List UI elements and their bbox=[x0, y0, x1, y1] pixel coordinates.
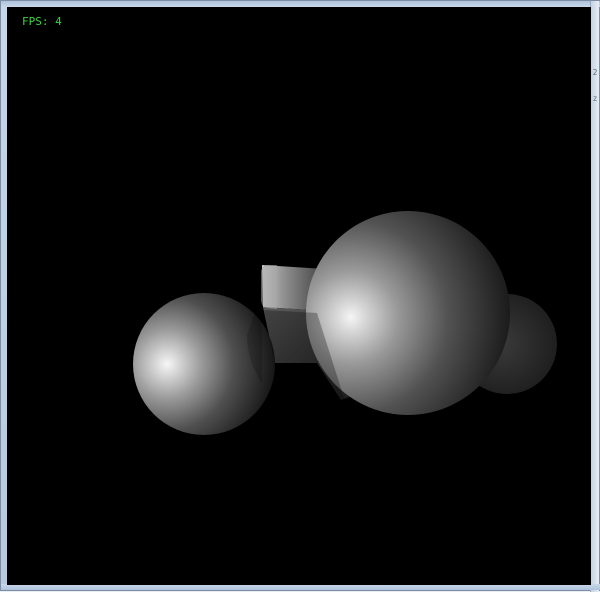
window-right-border bbox=[590, 1, 599, 592]
edge-marker: z bbox=[592, 94, 598, 103]
edge-marker: 2 bbox=[592, 68, 598, 77]
app-window: 2 z FPS: 4 bbox=[0, 0, 600, 592]
render-viewport[interactable]: FPS: 4 bbox=[7, 7, 591, 585]
3d-scene[interactable] bbox=[7, 7, 591, 585]
